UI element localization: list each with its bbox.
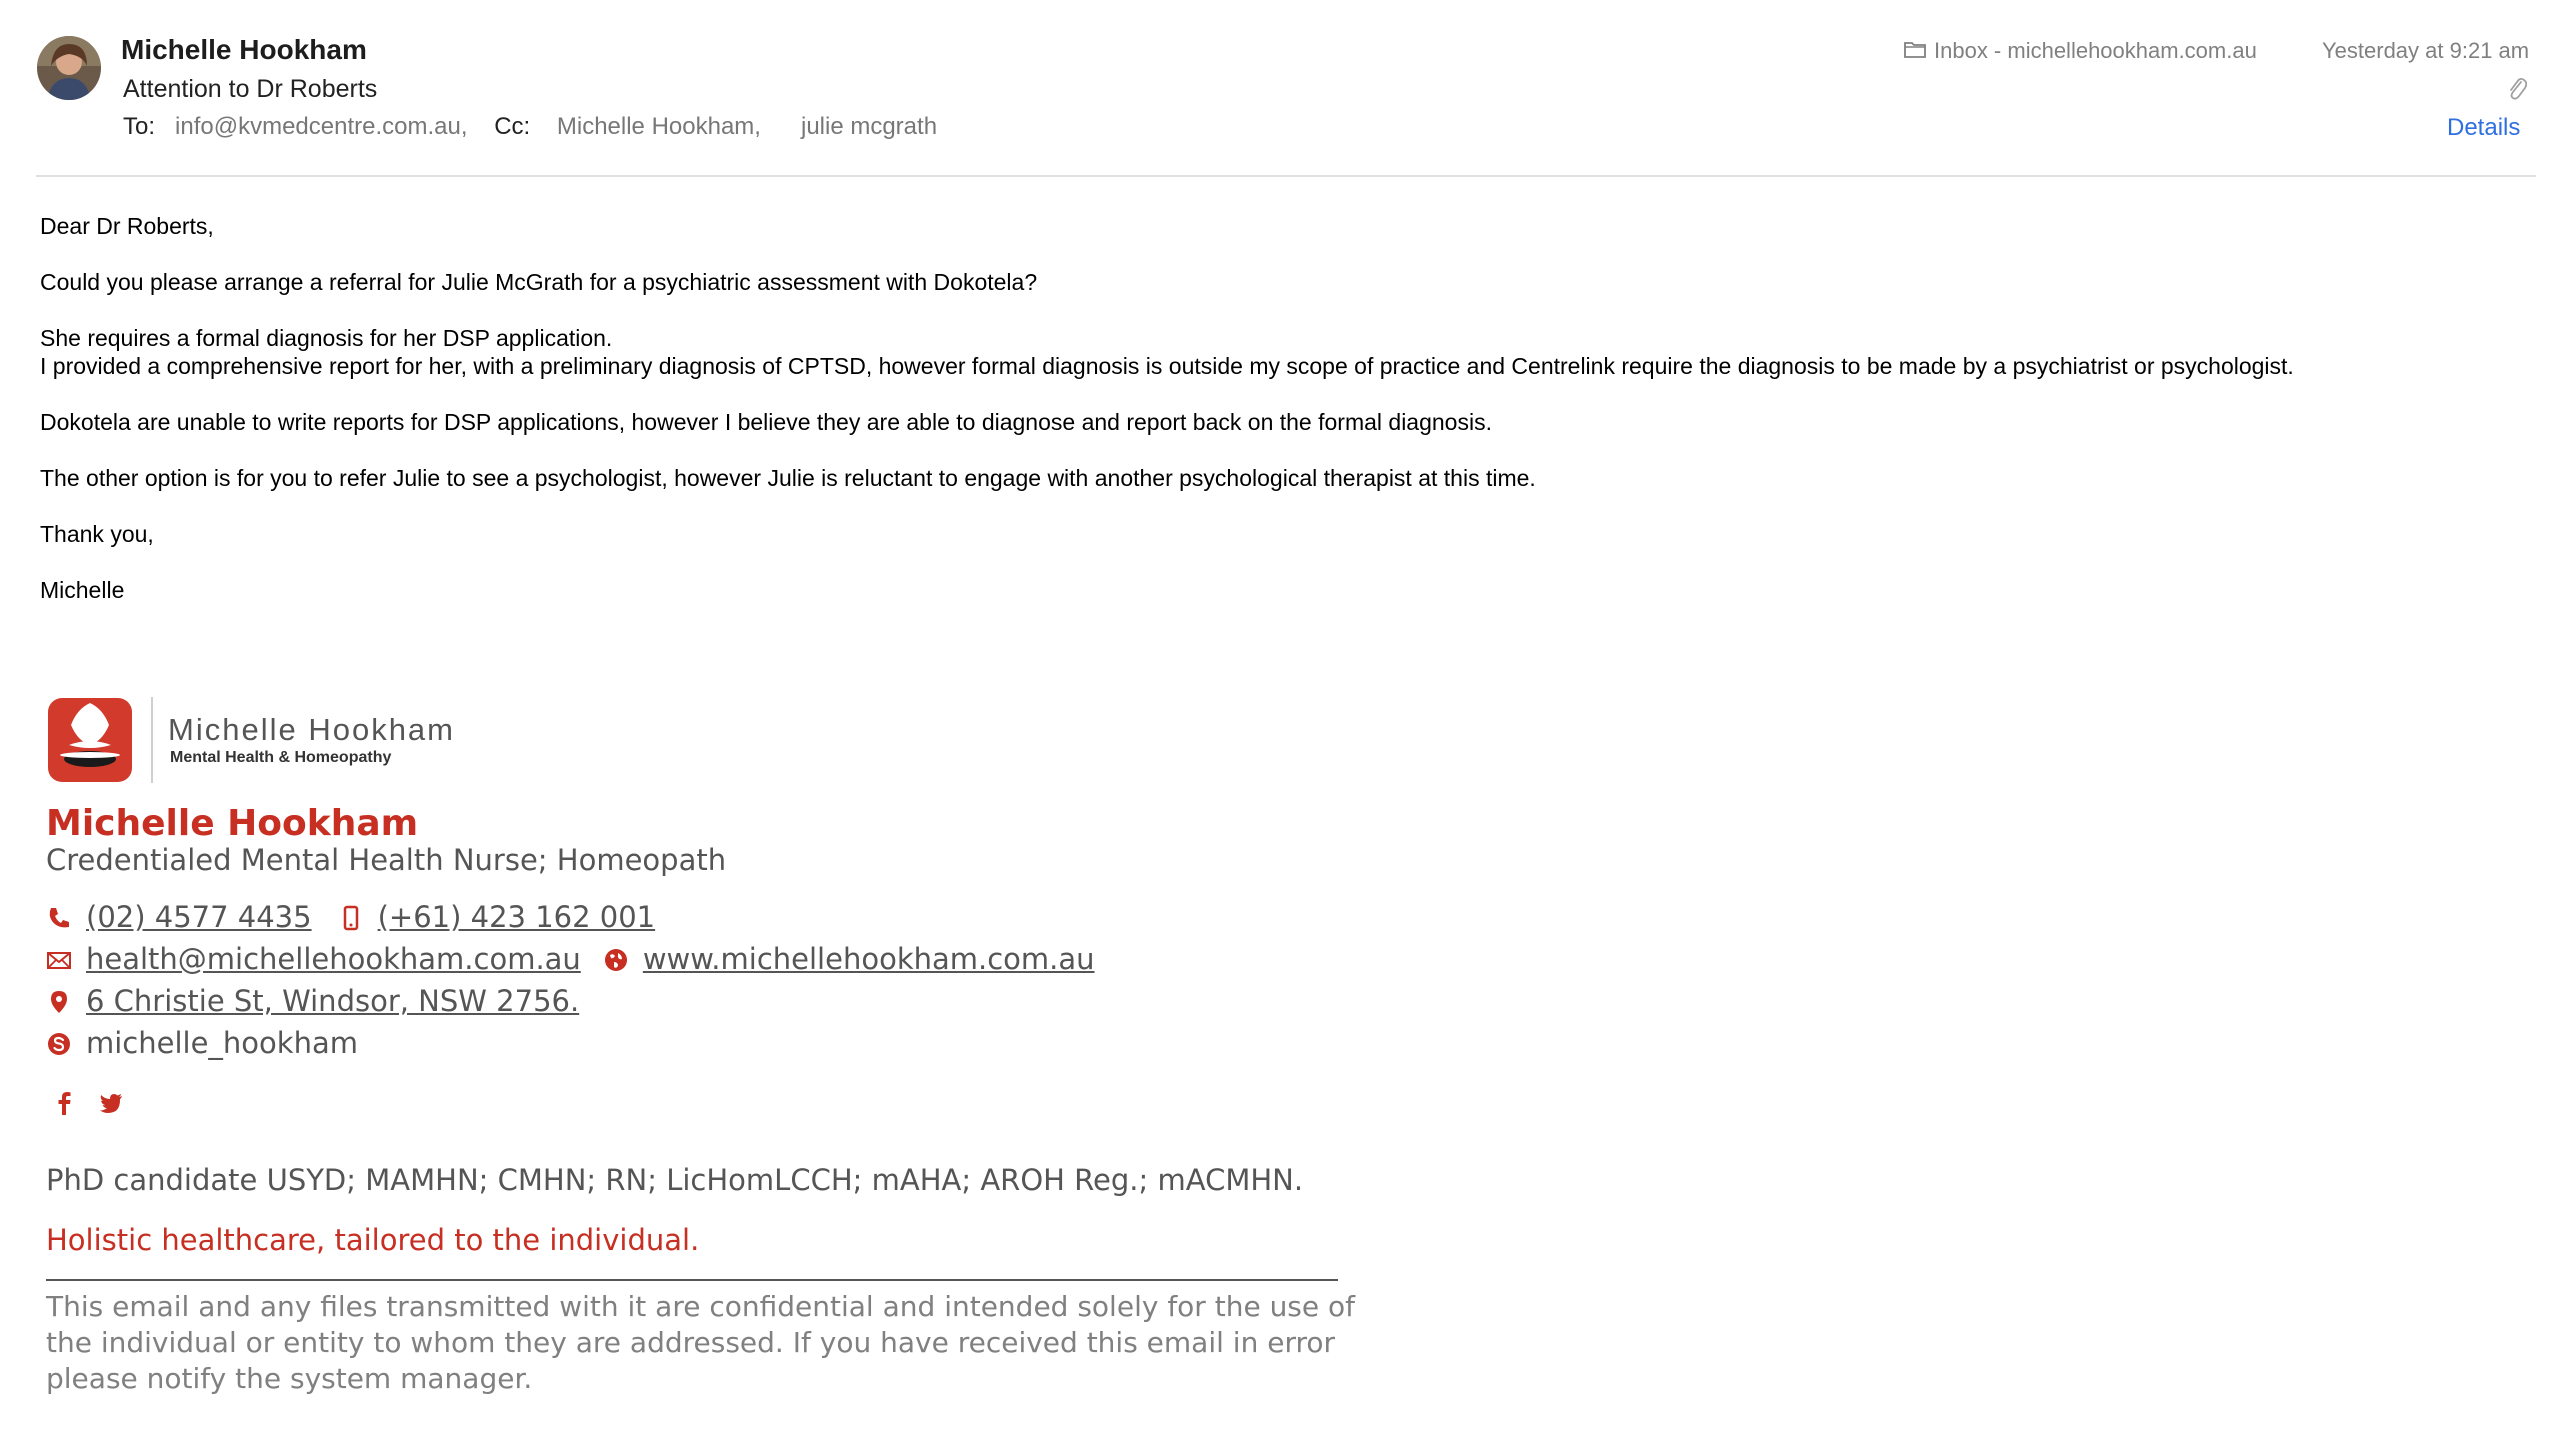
skype-handle: michelle_hookham: [86, 1026, 358, 1060]
mobile-icon: [338, 904, 364, 931]
sender-name[interactable]: Michelle Hookham: [121, 34, 367, 66]
address-row: 6 Christie St, Windsor, NSW 2756.: [46, 984, 579, 1018]
mailbox-label: Inbox - michellehookham.com.au: [1934, 38, 2257, 63]
disclaimer-rule: [46, 1279, 1338, 1281]
signoff: Michelle: [40, 577, 125, 603]
brand-name: Michelle Hookham: [168, 712, 455, 747]
paperclip-icon[interactable]: [2507, 76, 2528, 107]
phone-link[interactable]: (02) 4577 4435: [86, 900, 312, 934]
location-icon: [46, 988, 72, 1014]
message-header: Michelle Hookham Attention to Dr Roberts…: [0, 0, 2572, 178]
cc-recipient[interactable]: Michelle Hookham,: [557, 113, 761, 140]
greeting: Dear Dr Roberts,: [40, 213, 214, 239]
cc-label: Cc:: [494, 113, 531, 140]
signature-name: Michelle Hookham: [46, 803, 419, 844]
facebook-icon[interactable]: [54, 1090, 74, 1121]
address-link[interactable]: 6 Christie St, Windsor, NSW 2756.: [86, 984, 579, 1018]
phone-row: (02) 4577 4435 (+61) 423 162 001: [46, 900, 655, 934]
globe-icon: [603, 946, 629, 972]
email-link[interactable]: health@michellehookham.com.au: [86, 942, 581, 976]
tagline: Holistic healthcare, tailored to the ind…: [46, 1223, 700, 1257]
skype-row: michelle_hookham: [46, 1026, 358, 1060]
details-link[interactable]: Details: [2447, 114, 2520, 142]
email-icon: [46, 946, 72, 972]
logo-divider: [151, 697, 153, 783]
email-row: health@michellehookham.com.au www.michel…: [46, 942, 1095, 976]
signature-title: Credentialed Mental Health Nurse; Homeop…: [46, 843, 727, 877]
to-recipient[interactable]: info@kvmedcentre.com.au,: [175, 113, 468, 140]
body-paragraph: The other option is for you to refer Jul…: [40, 465, 1536, 491]
mobile-link[interactable]: (+61) 423 162 001: [378, 900, 656, 934]
disclaimer: This email and any files transmitted wit…: [46, 1290, 1356, 1395]
body-paragraph: I provided a comprehensive report for he…: [40, 353, 2294, 379]
skype-icon: [46, 1030, 72, 1056]
body-paragraph: She requires a formal diagnosis for her …: [40, 325, 613, 351]
twitter-icon[interactable]: [98, 1090, 124, 1121]
email-subject: Attention to Dr Roberts: [123, 75, 378, 103]
cc-recipient[interactable]: julie mcgrath: [801, 113, 937, 140]
folder-icon: [1904, 38, 1926, 64]
avatar[interactable]: [37, 36, 101, 100]
brand-logo: [47, 697, 133, 783]
to-label: To:: [123, 113, 156, 140]
mailbox-location[interactable]: Inbox - michellehookham.com.au: [1904, 38, 2257, 64]
phone-icon: [46, 904, 72, 930]
brand-subtitle: Mental Health & Homeopathy: [170, 749, 392, 766]
qualifications: PhD candidate USYD; MAMHN; CMHN; RN; Lic…: [46, 1163, 1304, 1197]
body-paragraph: Could you please arrange a referral for …: [40, 269, 1038, 295]
website-link[interactable]: www.michellehookham.com.au: [643, 942, 1095, 976]
body-paragraph: Dokotela are unable to write reports for…: [40, 409, 1492, 435]
header-divider: [36, 175, 2536, 177]
closing: Thank you,: [40, 521, 154, 547]
received-date: Yesterday at 9:21 am: [2322, 38, 2530, 63]
recipients-row: To: info@kvmedcentre.com.au, Cc: Michell…: [123, 113, 937, 141]
